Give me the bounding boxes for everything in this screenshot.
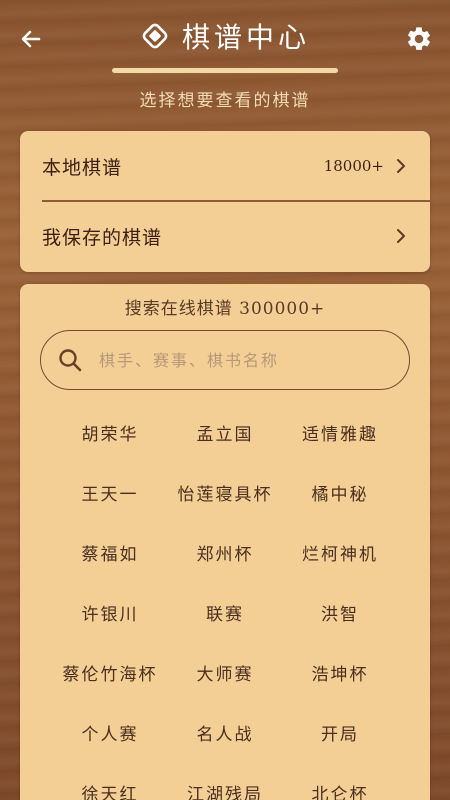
search-icon	[59, 349, 82, 372]
page-title: 棋谱中心	[181, 21, 310, 54]
local-records-count: 18000+	[323, 157, 384, 175]
diamond-logo-icon	[142, 23, 168, 49]
tag-row: 许银川 联赛 洪智	[20, 582, 430, 642]
tag-row: 王天一 怡莲寝具杯 橘中秘	[20, 462, 430, 522]
search-box[interactable]	[40, 330, 410, 390]
saved-records-label: 我保存的棋谱	[42, 226, 163, 249]
saved-records-row[interactable]: 我保存的棋谱	[20, 201, 430, 271]
tag-item[interactable]: 烂柯神机	[272, 540, 408, 565]
settings-button[interactable]	[402, 22, 436, 56]
search-input[interactable]	[99, 350, 393, 370]
title-underline	[112, 68, 338, 73]
tag-item[interactable]: 开局	[272, 720, 408, 745]
tag-item[interactable]: 浩坤杯	[272, 660, 408, 685]
tag-row: 蔡福如 郑州杯 烂柯神机	[20, 522, 430, 582]
tag-row: 个人赛 名人战 开局	[20, 702, 430, 762]
local-records-row[interactable]: 本地棋谱 18000+	[20, 131, 430, 201]
online-search-title: 搜索在线棋谱 300000+	[124, 299, 326, 319]
title-group: 棋谱中心	[0, 14, 450, 58]
page-subtitle: 选择想要查看的棋谱	[139, 91, 311, 111]
tag-item[interactable]: 橘中秘	[272, 480, 408, 505]
tag-item[interactable]: 北仑杯	[272, 780, 408, 800]
chevron-right-icon	[397, 229, 405, 243]
online-search-card: 搜索在线棋谱 300000+ 胡荣华 孟立国 适情雅趣 王天一 怡莲寝具杯 橘中…	[20, 284, 430, 800]
gear-icon	[408, 27, 430, 50]
local-records-label: 本地棋谱	[42, 156, 123, 179]
tag-grid: 胡荣华 孟立国 适情雅趣 王天一 怡莲寝具杯 橘中秘 蔡福如 郑州杯 烂柯神机 …	[20, 402, 430, 800]
tag-row: 蔡伦竹海杯 大师赛 浩坤杯	[20, 642, 430, 702]
chevron-right-icon	[397, 159, 405, 173]
header: 棋谱中心	[0, 0, 450, 80]
tag-row: 徐天红 江湖残局 北仑杯	[20, 762, 430, 800]
tag-row: 胡荣华 孟立国 适情雅趣	[20, 402, 430, 462]
tag-item[interactable]: 适情雅趣	[272, 420, 408, 445]
tag-item[interactable]: 洪智	[272, 600, 408, 625]
local-records-card: 本地棋谱 18000+ 我保存的棋谱	[20, 131, 430, 272]
